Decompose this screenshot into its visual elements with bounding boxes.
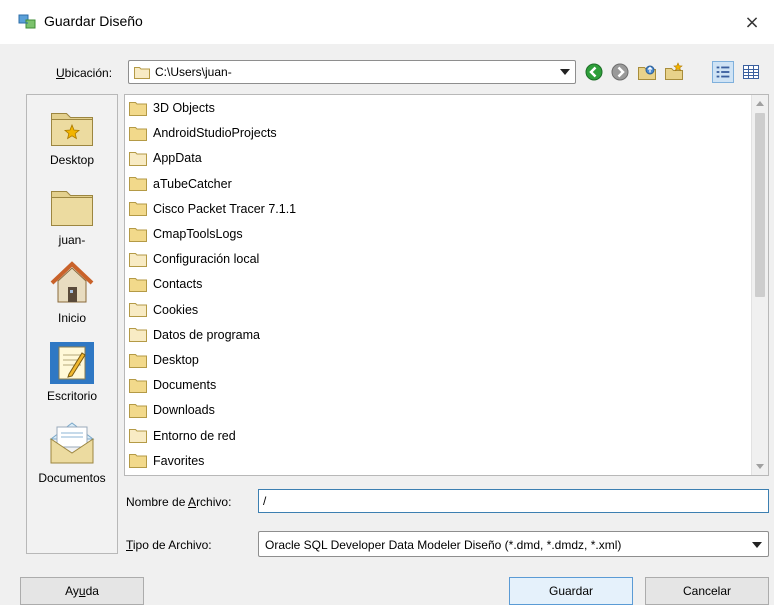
title-bar: Guardar Diseño × <box>0 0 774 44</box>
location-label: Ubicación: <box>56 66 113 80</box>
list-item-label: Contacts <box>153 277 203 292</box>
folder-light-icon <box>129 303 147 318</box>
filetype-value: Oracle SQL Developer Data Modeler Diseño… <box>265 538 622 552</box>
shortcut-inicio[interactable]: Inicio <box>27 259 117 325</box>
shortcut-escritorio[interactable]: Escritorio <box>27 341 117 403</box>
list-item[interactable]: Cookies <box>129 298 198 322</box>
list-item-label: CmapToolsLogs <box>153 227 243 241</box>
list-item[interactable]: aTubeCatcher <box>129 172 232 196</box>
home-folder-icon <box>51 191 93 226</box>
details-view-icon[interactable] <box>740 61 762 83</box>
list-item[interactable]: AndroidStudioProjects <box>129 121 277 145</box>
list-item-label: Cookies <box>153 302 199 317</box>
list-item[interactable]: Documents <box>129 373 216 397</box>
location-value: C:\Users\juan- <box>155 65 232 79</box>
folder-icon <box>129 177 147 192</box>
filetype-select[interactable]: Oracle SQL Developer Data Modeler Diseño… <box>258 531 769 557</box>
list-item[interactable]: Downloads <box>129 398 215 422</box>
list-item-label: Cisco Packet Tracer 7.1.1 <box>153 201 297 216</box>
window-title: Guardar Diseño <box>44 13 143 29</box>
notepad-icon <box>50 342 94 384</box>
list-item-label: Documents <box>153 378 217 393</box>
list-item[interactable]: Datos de programa <box>129 323 260 347</box>
list-item[interactable]: Entorno de red <box>129 424 236 448</box>
shortcut-home[interactable]: juan- <box>27 185 117 247</box>
folder-light-icon <box>129 252 147 267</box>
list-item[interactable]: Favorites <box>129 449 204 473</box>
close-icon: × <box>744 11 760 33</box>
list-item-label: 3D Objects <box>153 101 215 115</box>
list-item-label: Desktop <box>153 353 199 367</box>
location-combobox[interactable]: C:\Users\juan- <box>128 60 576 84</box>
back-icon[interactable] <box>583 61 605 83</box>
new-folder-icon[interactable] <box>663 61 685 83</box>
list-item[interactable]: Configuración local <box>129 247 259 271</box>
filename-input[interactable] <box>258 489 769 513</box>
up-folder-icon[interactable] <box>636 61 658 83</box>
folder-light-icon <box>129 328 147 343</box>
folder-light-icon <box>129 151 147 166</box>
folder-icon <box>134 67 150 79</box>
list-item[interactable]: AppData <box>129 146 202 170</box>
desktop-folder-icon <box>51 113 93 146</box>
shortcut-sidebar: Desktop juan- Inicio Escritorio Document… <box>26 94 118 554</box>
list-item-label: Configuración local <box>153 252 260 267</box>
help-button[interactable]: Ay u da <box>20 577 144 605</box>
chevron-down-icon[interactable] <box>752 542 762 548</box>
folder-light-icon <box>129 429 147 444</box>
folder-icon <box>129 227 147 242</box>
cancel-button[interactable]: Cancelar <box>645 577 769 605</box>
list-item-label: Downloads <box>153 403 215 418</box>
list-item[interactable]: Contacts <box>129 272 202 296</box>
folder-icon <box>129 403 147 418</box>
list-item-label: Datos de programa <box>153 327 261 342</box>
folder-icon <box>129 202 147 217</box>
folder-icon <box>129 101 147 116</box>
list-item[interactable]: 3D Objects <box>129 96 215 120</box>
list-item-label: AppData <box>153 151 202 166</box>
save-button[interactable]: Guardar <box>509 577 633 605</box>
folder-icon <box>129 126 147 141</box>
scroll-thumb[interactable] <box>755 113 765 297</box>
shortcut-desktop[interactable]: Desktop <box>27 105 117 167</box>
list-item[interactable]: CmapToolsLogs <box>129 222 243 246</box>
folder-icon <box>129 378 147 393</box>
list-item-label: aTubeCatcher <box>153 176 232 191</box>
list-item-label: Favorites <box>153 453 205 468</box>
list-item-label: Entorno de red <box>153 428 236 443</box>
datamodeler-app-icon <box>18 14 36 29</box>
chevron-down-icon[interactable] <box>560 69 570 75</box>
forward-icon[interactable] <box>609 61 631 83</box>
filename-label: Nombre de Archivo: <box>126 495 232 509</box>
close-button[interactable]: × <box>730 0 774 44</box>
folder-icon <box>129 353 147 368</box>
folder-icon <box>129 454 147 469</box>
folder-icon <box>129 277 147 292</box>
scroll-up-icon[interactable] <box>756 101 764 106</box>
list-item[interactable]: Cisco Packet Tracer 7.1.1 <box>129 197 296 221</box>
shortcut-documentos[interactable]: Documentos <box>27 417 117 485</box>
list-item[interactable]: Desktop <box>129 348 199 372</box>
house-icon <box>50 261 94 303</box>
list-view-icon[interactable] <box>712 61 734 83</box>
file-list[interactable]: 3D Objects AndroidStudioProjects AppData aT… <box>124 94 769 476</box>
filetype-label: Tipo de Archivo: <box>126 538 212 552</box>
scroll-down-icon[interactable] <box>756 464 764 469</box>
list-item-label: AndroidStudioProjects <box>153 126 277 141</box>
vertical-scrollbar[interactable] <box>751 95 768 475</box>
documents-envelope-icon <box>49 422 95 464</box>
